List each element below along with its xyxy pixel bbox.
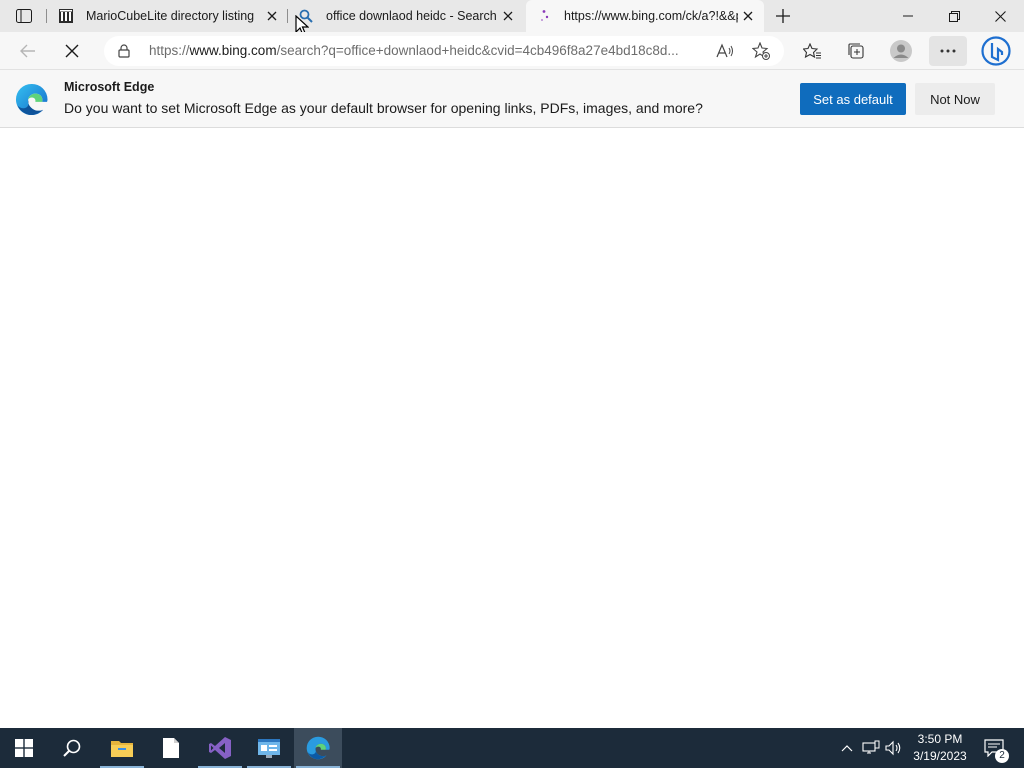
tab-actions-icon[interactable]	[12, 7, 36, 25]
file-explorer-icon[interactable]	[98, 728, 146, 768]
tab-separator	[46, 9, 47, 23]
close-tab-icon[interactable]	[262, 6, 282, 26]
chevron-up-icon[interactable]	[838, 728, 856, 768]
profile-avatar[interactable]	[886, 36, 916, 66]
clock-date: 3/19/2023	[913, 749, 967, 763]
tab-title: https://www.bing.com/ck/a?!&&p=	[564, 9, 738, 23]
infobar-message: Do you want to set Microsoft Edge as you…	[64, 100, 703, 116]
control-panel-icon[interactable]	[245, 728, 293, 768]
url-prefix: https://	[149, 43, 190, 58]
address-bar[interactable]: https://www.bing.com/search?q=office+dow…	[104, 36, 784, 66]
search-icon[interactable]	[48, 728, 96, 768]
close-tab-icon[interactable]	[498, 6, 518, 26]
favorites-icon[interactable]	[797, 36, 827, 66]
back-button[interactable]	[13, 36, 43, 66]
collections-icon[interactable]	[841, 36, 871, 66]
tab-mariocubelite[interactable]: MarioCubeLite directory listing	[48, 0, 288, 32]
set-as-default-button[interactable]: Set as default	[800, 83, 906, 115]
stop-loading-button[interactable]	[57, 36, 87, 66]
edge-logo-icon	[15, 83, 48, 116]
building-icon	[58, 8, 74, 24]
tab-bing-redirect[interactable]: https://www.bing.com/ck/a?!&&p=	[526, 0, 764, 32]
system-clock[interactable]: 3:50 PM 3/19/2023	[906, 731, 974, 765]
navigation-toolbar: https://www.bing.com/search?q=office+dow…	[0, 32, 1024, 70]
settings-more-button[interactable]	[929, 36, 967, 66]
page-content	[0, 128, 1024, 728]
minimize-button[interactable]	[885, 0, 931, 32]
restore-button[interactable]	[931, 0, 977, 32]
infobar-title: Microsoft Edge	[64, 80, 155, 94]
edge-icon[interactable]	[294, 728, 342, 768]
clock-time: 3:50 PM	[917, 732, 963, 746]
close-tab-icon[interactable]	[738, 6, 758, 26]
start-icon[interactable]	[0, 728, 48, 768]
url-host: www.bing.com	[189, 43, 277, 58]
tab-title: MarioCubeLite directory listing	[86, 9, 255, 23]
loading-icon	[536, 8, 552, 24]
add-favorite-icon[interactable]	[750, 41, 772, 61]
lock-icon[interactable]	[116, 43, 132, 59]
notepad-icon[interactable]	[147, 728, 195, 768]
read-aloud-icon[interactable]	[714, 41, 736, 61]
not-now-button[interactable]: Not Now	[915, 83, 995, 115]
visual-studio-icon[interactable]	[196, 728, 244, 768]
tab-title: office downlaod heidc - Search	[326, 9, 497, 23]
tab-search[interactable]: office downlaod heidc - Search	[288, 0, 524, 32]
url-text[interactable]: https://www.bing.com/search?q=office+dow…	[149, 43, 714, 58]
network-icon[interactable]	[860, 728, 882, 768]
tab-strip: MarioCubeLite directory listing office d…	[0, 0, 1024, 32]
close-window-button[interactable]	[977, 0, 1023, 32]
taskbar: 3:50 PM 3/19/2023	[0, 728, 1024, 768]
notification-count-badge: 2	[995, 749, 1009, 763]
url-path: /search?q=office+downlaod+heidc&cvid=4cb…	[276, 43, 679, 58]
new-tab-button[interactable]	[772, 5, 794, 27]
default-browser-infobar: Microsoft Edge Do you want to set Micros…	[0, 70, 1024, 128]
volume-icon[interactable]	[884, 728, 904, 768]
bing-chat-icon[interactable]	[980, 36, 1012, 66]
